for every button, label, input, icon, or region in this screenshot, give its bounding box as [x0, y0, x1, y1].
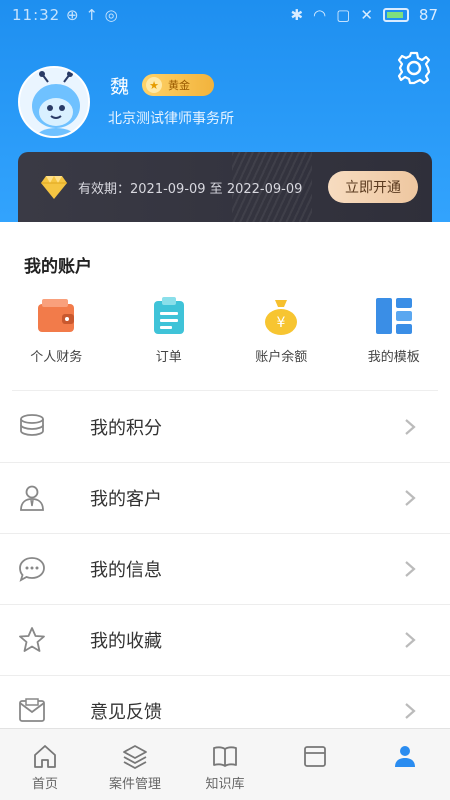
clipboard-icon	[153, 297, 184, 334]
template-grid-icon	[375, 298, 412, 334]
diamond-icon	[41, 176, 67, 199]
bottom-tab-bar: 首页 案件管理 知识库	[0, 728, 450, 800]
wifi-icon: ◠	[313, 6, 327, 24]
screen-icon: ▢	[336, 6, 351, 24]
menu-item-label: 我的客户	[90, 489, 162, 510]
account-title: 我的账户	[24, 257, 92, 277]
account-panel: 我的账户 个人财务 订单 ¥ 账户余额 我的模板	[0, 222, 450, 392]
menu-item-label: 我的积分	[90, 418, 162, 439]
money-bag-icon: ¥	[265, 300, 298, 335]
message-icon	[19, 557, 45, 582]
coins-icon	[20, 414, 44, 436]
chevron-right-icon	[405, 419, 416, 435]
tab-cases[interactable]: 案件管理	[90, 729, 180, 800]
settings-gear-icon[interactable]	[396, 50, 432, 86]
client-icon	[20, 485, 44, 511]
tab-home[interactable]: 首页	[0, 729, 90, 800]
account-item-finance[interactable]: 个人财务	[0, 296, 113, 365]
menu-item-label: 我的收藏	[90, 631, 162, 652]
signal-icon: ✕	[360, 6, 373, 24]
star-icon	[19, 627, 45, 652]
profile-icon	[395, 746, 415, 767]
battery-level: 87	[418, 6, 438, 24]
layers-icon	[123, 745, 147, 769]
account-grid: 个人财务 订单 ¥ 账户余额 我的模板	[0, 296, 450, 365]
status-right: ✱ ◠ ▢ ✕ 87	[290, 6, 438, 24]
vip-level-label: 黄金	[168, 79, 190, 92]
account-item-templates[interactable]: 我的模板	[338, 296, 450, 365]
menu-item-points[interactable]: 我的积分	[0, 392, 450, 463]
battery-icon	[382, 8, 409, 22]
star-badge-icon: ★	[146, 77, 162, 93]
svg-text:¥: ¥	[277, 315, 286, 331]
status-bar: 11:32 ⊕ ↑ ◎ ✱ ◠ ▢ ✕ 87	[0, 0, 450, 30]
chevron-right-icon	[405, 561, 416, 577]
menu-item-clients[interactable]: 我的客户	[0, 463, 450, 534]
account-item-label: 账户余额	[255, 350, 308, 365]
membership-card: 有效期：2021-09-09 至 2022-09-09 立即开通	[18, 152, 432, 222]
avatar[interactable]	[18, 66, 90, 138]
user-name: 魏	[110, 76, 130, 98]
status-left-text: 11:32 ⊕ ↑ ◎	[12, 6, 119, 24]
book-icon	[213, 746, 237, 767]
firm-name: 北京测试律师事务所	[108, 111, 234, 127]
menu-item-favorites[interactable]: 我的收藏	[0, 605, 450, 676]
bluetooth-icon: ✱	[290, 6, 304, 24]
menu-list: 我的积分 我的客户 我的信息 我的收藏 意见反馈	[0, 392, 450, 747]
account-item-label: 个人财务	[30, 350, 83, 365]
tab-schedule[interactable]	[270, 729, 360, 800]
tab-knowledge[interactable]: 知识库	[180, 729, 270, 800]
chevron-right-icon	[405, 703, 416, 719]
menu-item-label: 我的信息	[90, 560, 162, 581]
account-item-balance[interactable]: ¥ 账户余额	[225, 296, 338, 365]
vip-badge: ★ 黄金	[142, 74, 214, 96]
menu-item-messages[interactable]: 我的信息	[0, 534, 450, 605]
tab-label: 首页	[31, 777, 58, 792]
validity-period: 有效期：2021-09-09 至 2022-09-09	[78, 182, 303, 197]
activate-button[interactable]: 立即开通	[328, 171, 418, 203]
wallet-icon	[38, 299, 75, 332]
calendar-icon	[304, 746, 326, 767]
home-icon	[34, 745, 56, 768]
account-item-label: 订单	[155, 350, 182, 365]
chevron-right-icon	[405, 632, 416, 648]
section-divider	[12, 390, 438, 391]
account-item-label: 我的模板	[367, 350, 420, 365]
chevron-right-icon	[405, 490, 416, 506]
feedback-icon	[19, 698, 45, 722]
tab-profile[interactable]	[360, 729, 450, 800]
menu-item-label: 意见反馈	[90, 702, 162, 723]
account-item-orders[interactable]: 订单	[113, 296, 226, 365]
tab-label: 案件管理	[108, 777, 161, 792]
tab-label: 知识库	[205, 777, 245, 792]
